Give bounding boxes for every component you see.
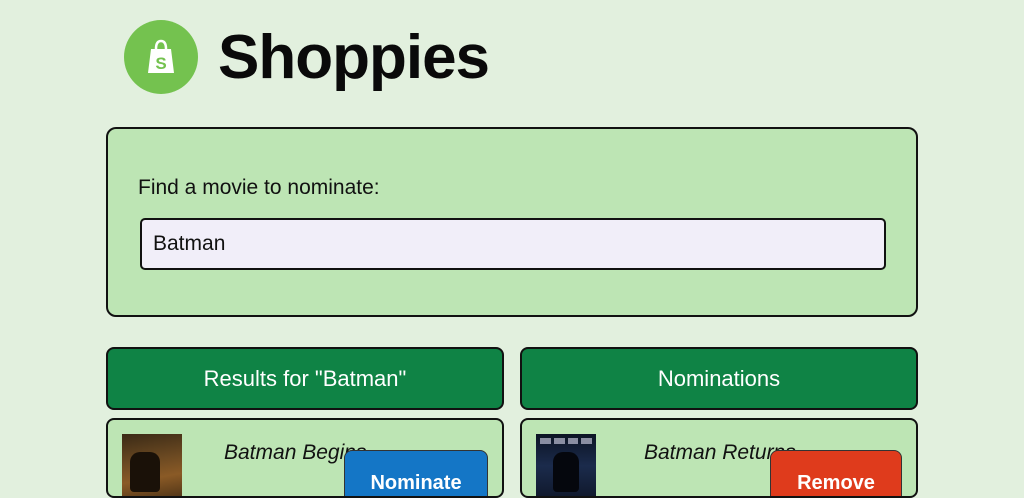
results-header: Results for "Batman" (106, 347, 504, 410)
remove-button[interactable]: Remove (770, 450, 902, 496)
results-list: Batman Begins Nominate (106, 418, 504, 498)
nominations-list: Batman Returns Remove (520, 418, 918, 498)
search-label: Find a movie to nominate: (138, 176, 380, 199)
nominations-header: Nominations (520, 347, 918, 410)
app-title: Shoppies (218, 23, 490, 92)
nominate-button[interactable]: Nominate (344, 450, 488, 496)
shopping-bag-icon: S (148, 39, 174, 73)
svg-text:S: S (155, 54, 166, 73)
movie-poster (536, 434, 596, 496)
search-input[interactable] (140, 218, 886, 270)
shoppies-logo: S (124, 20, 198, 94)
search-card: Find a movie to nominate: (106, 127, 918, 317)
movie-poster (122, 434, 182, 496)
